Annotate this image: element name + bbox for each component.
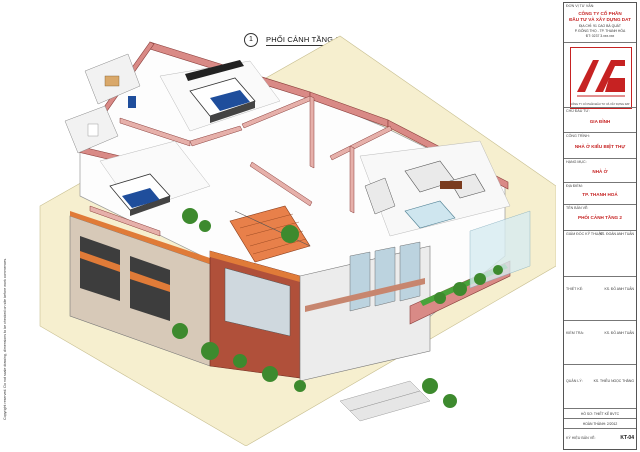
manager-label: QUẢN LÝ:: [566, 379, 583, 383]
company-label: ĐƠN VỊ TƯ VẤN:: [566, 4, 595, 8]
date-label: HOÀN THÀNH: 2/2012: [582, 422, 618, 426]
logo-mark-icon: [577, 60, 625, 97]
designer-label: THIẾT KẾ:: [566, 287, 584, 291]
director-value: KS. ĐOÀN ANH TUẤN: [599, 232, 634, 236]
checker-label: KIỂM TRA:: [566, 331, 584, 335]
sheet-label: KÝ HIỆU BẢN VẼ:: [566, 436, 596, 440]
company-name-2: ĐẦU TƯ VÀ XÂY DỰNG DAT: [569, 17, 631, 22]
location-label: ĐỊA ĐIỂM:: [566, 184, 583, 188]
owner-cell: CHỦ ĐẦU TƯ: GIA ĐÌNH: [564, 107, 636, 133]
file-label: HỒ SƠ: THIẾT KẾ BVTC: [580, 412, 620, 416]
logo-caption: CÔNG TY CỔ PHẦN ĐẦU TƯ VÀ XÂY DỰNG DAT: [570, 103, 630, 106]
manager-cell: QUẢN LÝ: KS. THIỀU NGỌC THẮNG: [564, 365, 636, 409]
owner-label: CHỦ ĐẦU TƯ:: [566, 109, 590, 113]
sheet-value: KT-04: [620, 435, 634, 441]
project-label: CÔNG TRÌNH:: [566, 134, 590, 138]
drawing-sheet: Copyright reserved. Do not scale drawing…: [0, 0, 640, 452]
director-label: GIÁM ĐỐC KỸ THUẬT: [566, 232, 603, 236]
project-value: NHÀ Ở KIỂU BIỆT THỰ: [574, 144, 626, 149]
copyright-note-text: Copyright reserved. Do not scale drawing…: [3, 257, 7, 420]
floor-plan-perspective: [39, 35, 556, 446]
location-value: TP. THANH HOÁ: [582, 192, 618, 197]
checker-cell: KIỂM TRA: KS. ĐỖ ANH TUẤN: [564, 321, 636, 365]
project-cell: CÔNG TRÌNH: NHÀ Ở KIỂU BIỆT THỰ: [564, 133, 636, 159]
checker-value: KS. ĐỖ ANH TUẤN: [604, 331, 634, 335]
company-logo: [570, 47, 632, 109]
drawing-label: TÊN BẢN VẼ:: [566, 206, 589, 210]
category-label: HẠNG MỤC:: [566, 160, 587, 164]
owner-value: GIA ĐÌNH: [589, 119, 611, 124]
company-info-3: ĐT: 0237 3.xxx.xxx: [585, 34, 615, 38]
sheet-cell: KÝ HIỆU BẢN VẼ: KT-04: [564, 429, 636, 449]
director-cell: GIÁM ĐỐC KỸ THUẬT KS. ĐOÀN ANH TUẤN: [564, 231, 636, 277]
company-name-1: CÔNG TY CỔ PHẦN: [578, 11, 622, 16]
drawing-cell: TÊN BẢN VẼ: PHỐI CẢNH TẦNG 2: [564, 205, 636, 231]
category-value: NHÀ Ở: [592, 169, 608, 174]
front-steps: [339, 380, 431, 422]
drawing-value: PHỐI CẢNH TẦNG 2: [578, 215, 622, 220]
consultant-cell: ĐƠN VỊ TƯ VẤN: CÔNG TY CỔ PHẦN ĐẦU TƯ VÀ…: [564, 3, 636, 43]
location-cell: ĐỊA ĐIỂM: TP. THANH HOÁ: [564, 183, 636, 205]
company-info-1: ĐỊA CHỈ: 91 CAO BÁ QUÁT: [578, 24, 622, 28]
file-cell: HỒ SƠ: THIẾT KẾ BVTC: [564, 409, 636, 419]
designer-cell: THIẾT KẾ: KS. ĐỖ ANH TUẤN: [564, 277, 636, 321]
title-block: ĐƠN VỊ TƯ VẤN: CÔNG TY CỔ PHẦN ĐẦU TƯ VÀ…: [563, 2, 637, 450]
manager-value: KS. THIỀU NGỌC THẮNG: [593, 379, 634, 383]
company-info-2: P. ĐÔNG THỌ - TP. THANH HÓA: [574, 29, 626, 33]
category-cell: HẠNG MỤC: NHÀ Ở: [564, 159, 636, 183]
date-cell: HOÀN THÀNH: 2/2012: [564, 419, 636, 429]
designer-value: KS. ĐỖ ANH TUẤN: [604, 287, 634, 291]
